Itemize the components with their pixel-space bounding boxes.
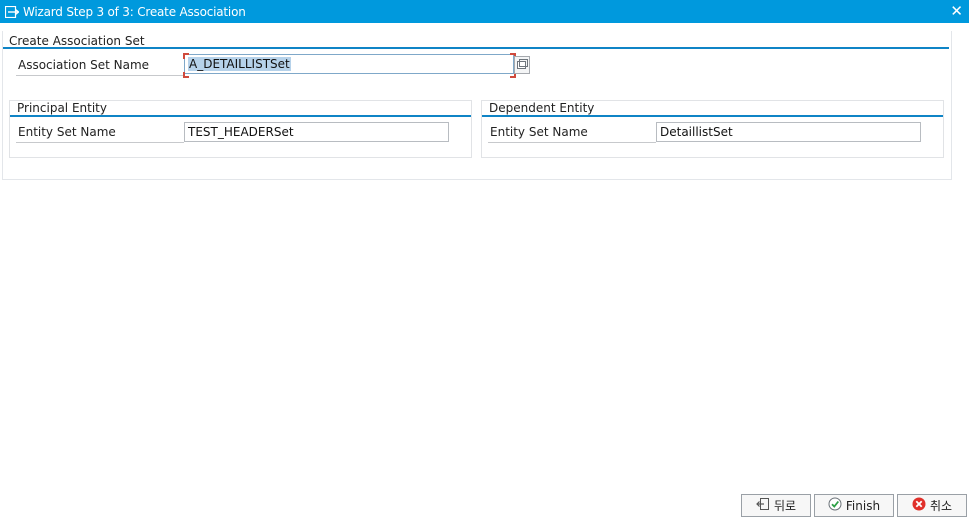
finish-icon <box>828 497 846 514</box>
dependent-entity-title: Dependent Entity <box>489 101 595 115</box>
principal-entity-set-label: Entity Set Name <box>12 122 184 142</box>
label-underline <box>488 142 656 143</box>
cancel-icon <box>912 497 930 514</box>
association-set-name-label: Association Set Name <box>12 55 184 75</box>
principal-entity-title: Principal Entity <box>17 101 107 115</box>
dependent-entity-set-value: DetaillistSet <box>660 125 733 139</box>
principal-entity-set-input[interactable]: TEST_HEADERSet <box>184 122 449 142</box>
principal-entity-set-value: TEST_HEADERSet <box>188 125 294 139</box>
back-label: 뒤로 <box>773 499 797 513</box>
principal-entity-line <box>10 115 471 117</box>
label-underline <box>16 142 184 143</box>
close-icon[interactable]: ✕ <box>950 2 963 20</box>
association-set-name-input[interactable]: A_DETAILLISTSet <box>184 54 514 74</box>
back-button[interactable]: 뒤로 <box>741 494 811 517</box>
focus-corner <box>183 72 189 78</box>
dependent-entity-line <box>482 115 943 117</box>
dependent-entity-set-input[interactable]: DetaillistSet <box>656 122 921 142</box>
finish-label: Finish <box>845 498 881 513</box>
association-set-group-title: Create Association Set <box>9 34 145 48</box>
cancel-button[interactable]: 취소 <box>897 494 967 517</box>
title-bar: Wizard Step 3 of 3: Create Association ✕ <box>0 0 969 23</box>
cancel-label: 취소 <box>929 499 953 513</box>
focus-corner <box>183 53 189 59</box>
dependent-entity-set-label: Entity Set Name <box>484 122 656 142</box>
window-title: Wizard Step 3 of 3: Create Association <box>23 4 246 19</box>
value-help-icon[interactable] <box>514 56 530 74</box>
finish-button[interactable]: Finish <box>814 494 894 517</box>
wizard-icon <box>4 5 20 18</box>
back-icon <box>756 497 774 514</box>
label-underline <box>16 75 184 76</box>
association-set-group-line <box>3 47 949 49</box>
association-set-name-value: A_DETAILLISTSet <box>188 57 291 71</box>
